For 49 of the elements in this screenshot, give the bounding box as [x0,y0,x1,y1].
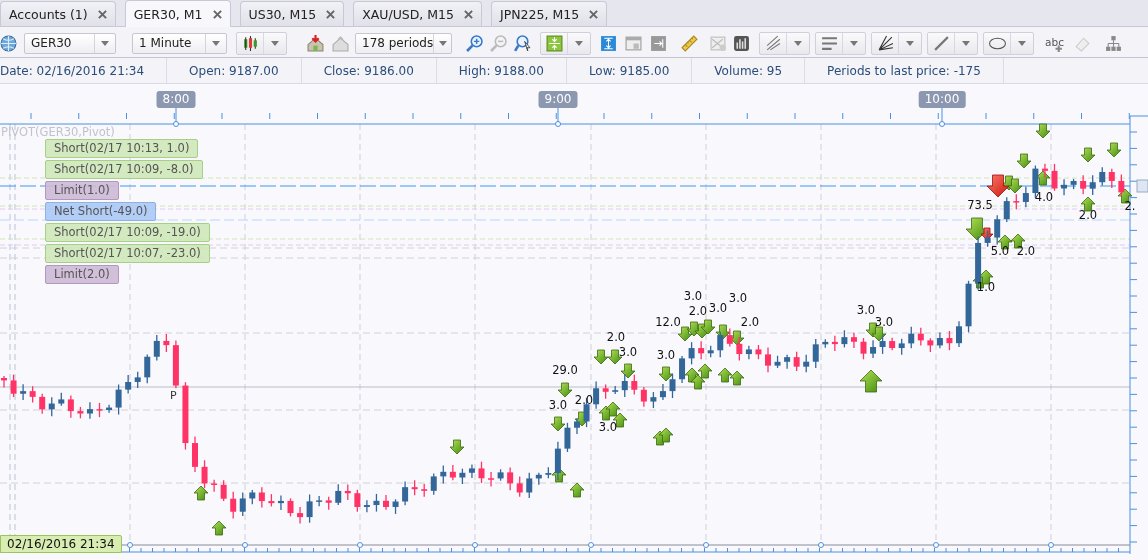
trade-label: 3.0 [856,304,876,317]
trade-label: 2.0 [574,394,594,407]
trade-label: 3.0 [708,302,728,315]
pivot-label: P [170,389,177,402]
trade-label: 3.0 [618,346,638,359]
info-field: Close: 9186.00 [301,58,437,83]
order-tag[interactable]: Net Short(-49.0) [45,202,157,221]
trade-label: 2.0 [1078,209,1098,222]
timeframe-select[interactable]: 1 Minute [132,32,227,54]
time-label: 10:00 [918,91,966,108]
trade-label: 3.0 [548,399,568,412]
trade-label: 2.0 [606,331,626,344]
trade-label: 29.0 [552,364,578,377]
trade-label: 1.0 [976,281,996,294]
symbol-select[interactable]: GER30 [24,32,116,54]
periods-field[interactable]: 178 periods [355,32,452,54]
trade-label: 2.0 [1016,245,1036,258]
order-tag[interactable]: Short(02/17 10:07, -23.0) [45,244,210,263]
order-tag[interactable]: Limit(2.0) [45,265,119,284]
trade-label: 3.0 [683,290,703,303]
order-tag[interactable]: Short(02/17 10:13, 1.0) [45,139,199,158]
chart-tab[interactable]: XAU/USD, M15 [353,1,482,26]
order-tag[interactable]: Limit(1.0) [45,181,119,200]
chart-tab[interactable]: US30, M15 [239,1,345,26]
order-tag[interactable]: Short(02/17 10:09, -19.0) [45,223,210,242]
trade-label: 2.0 [688,305,708,318]
chart-tab[interactable]: GER30, M1 [124,0,231,27]
trade-label: 5.0 [990,245,1010,258]
trade-label: 4.0 [1034,191,1054,204]
trade-label: 3.0 [728,292,748,305]
trade-label: 3.0 [874,316,894,329]
time-label: 9:00 [538,91,578,108]
trade-label: 73.5 [967,199,993,212]
trade-label: 3.0 [598,421,618,434]
trade-label: 12.0 [655,316,681,329]
info-field: Periods to last price: -175 [805,58,1004,83]
chart-tab[interactable]: Accounts (1) [0,1,116,26]
chart-tab[interactable]: JPN225, M15 [491,1,608,26]
trade-label: 2. [1124,200,1136,213]
order-tag[interactable]: Short(02/17 10:09, -8.0) [45,160,203,179]
trade-label: 2.0 [740,316,760,329]
info-field: Date: 02/16/2016 21:34 [0,58,168,83]
time-label: 8:00 [156,91,196,108]
trade-label: 3.0 [656,349,676,362]
cursor-time-label: 02/16/2016 21:34 [0,535,122,553]
info-field: Low: 9185.00 [566,58,693,83]
info-field: Volume: 95 [692,58,806,83]
info-field: Open: 9187.00 [167,58,302,83]
info-field: High: 9188.00 [436,58,567,83]
